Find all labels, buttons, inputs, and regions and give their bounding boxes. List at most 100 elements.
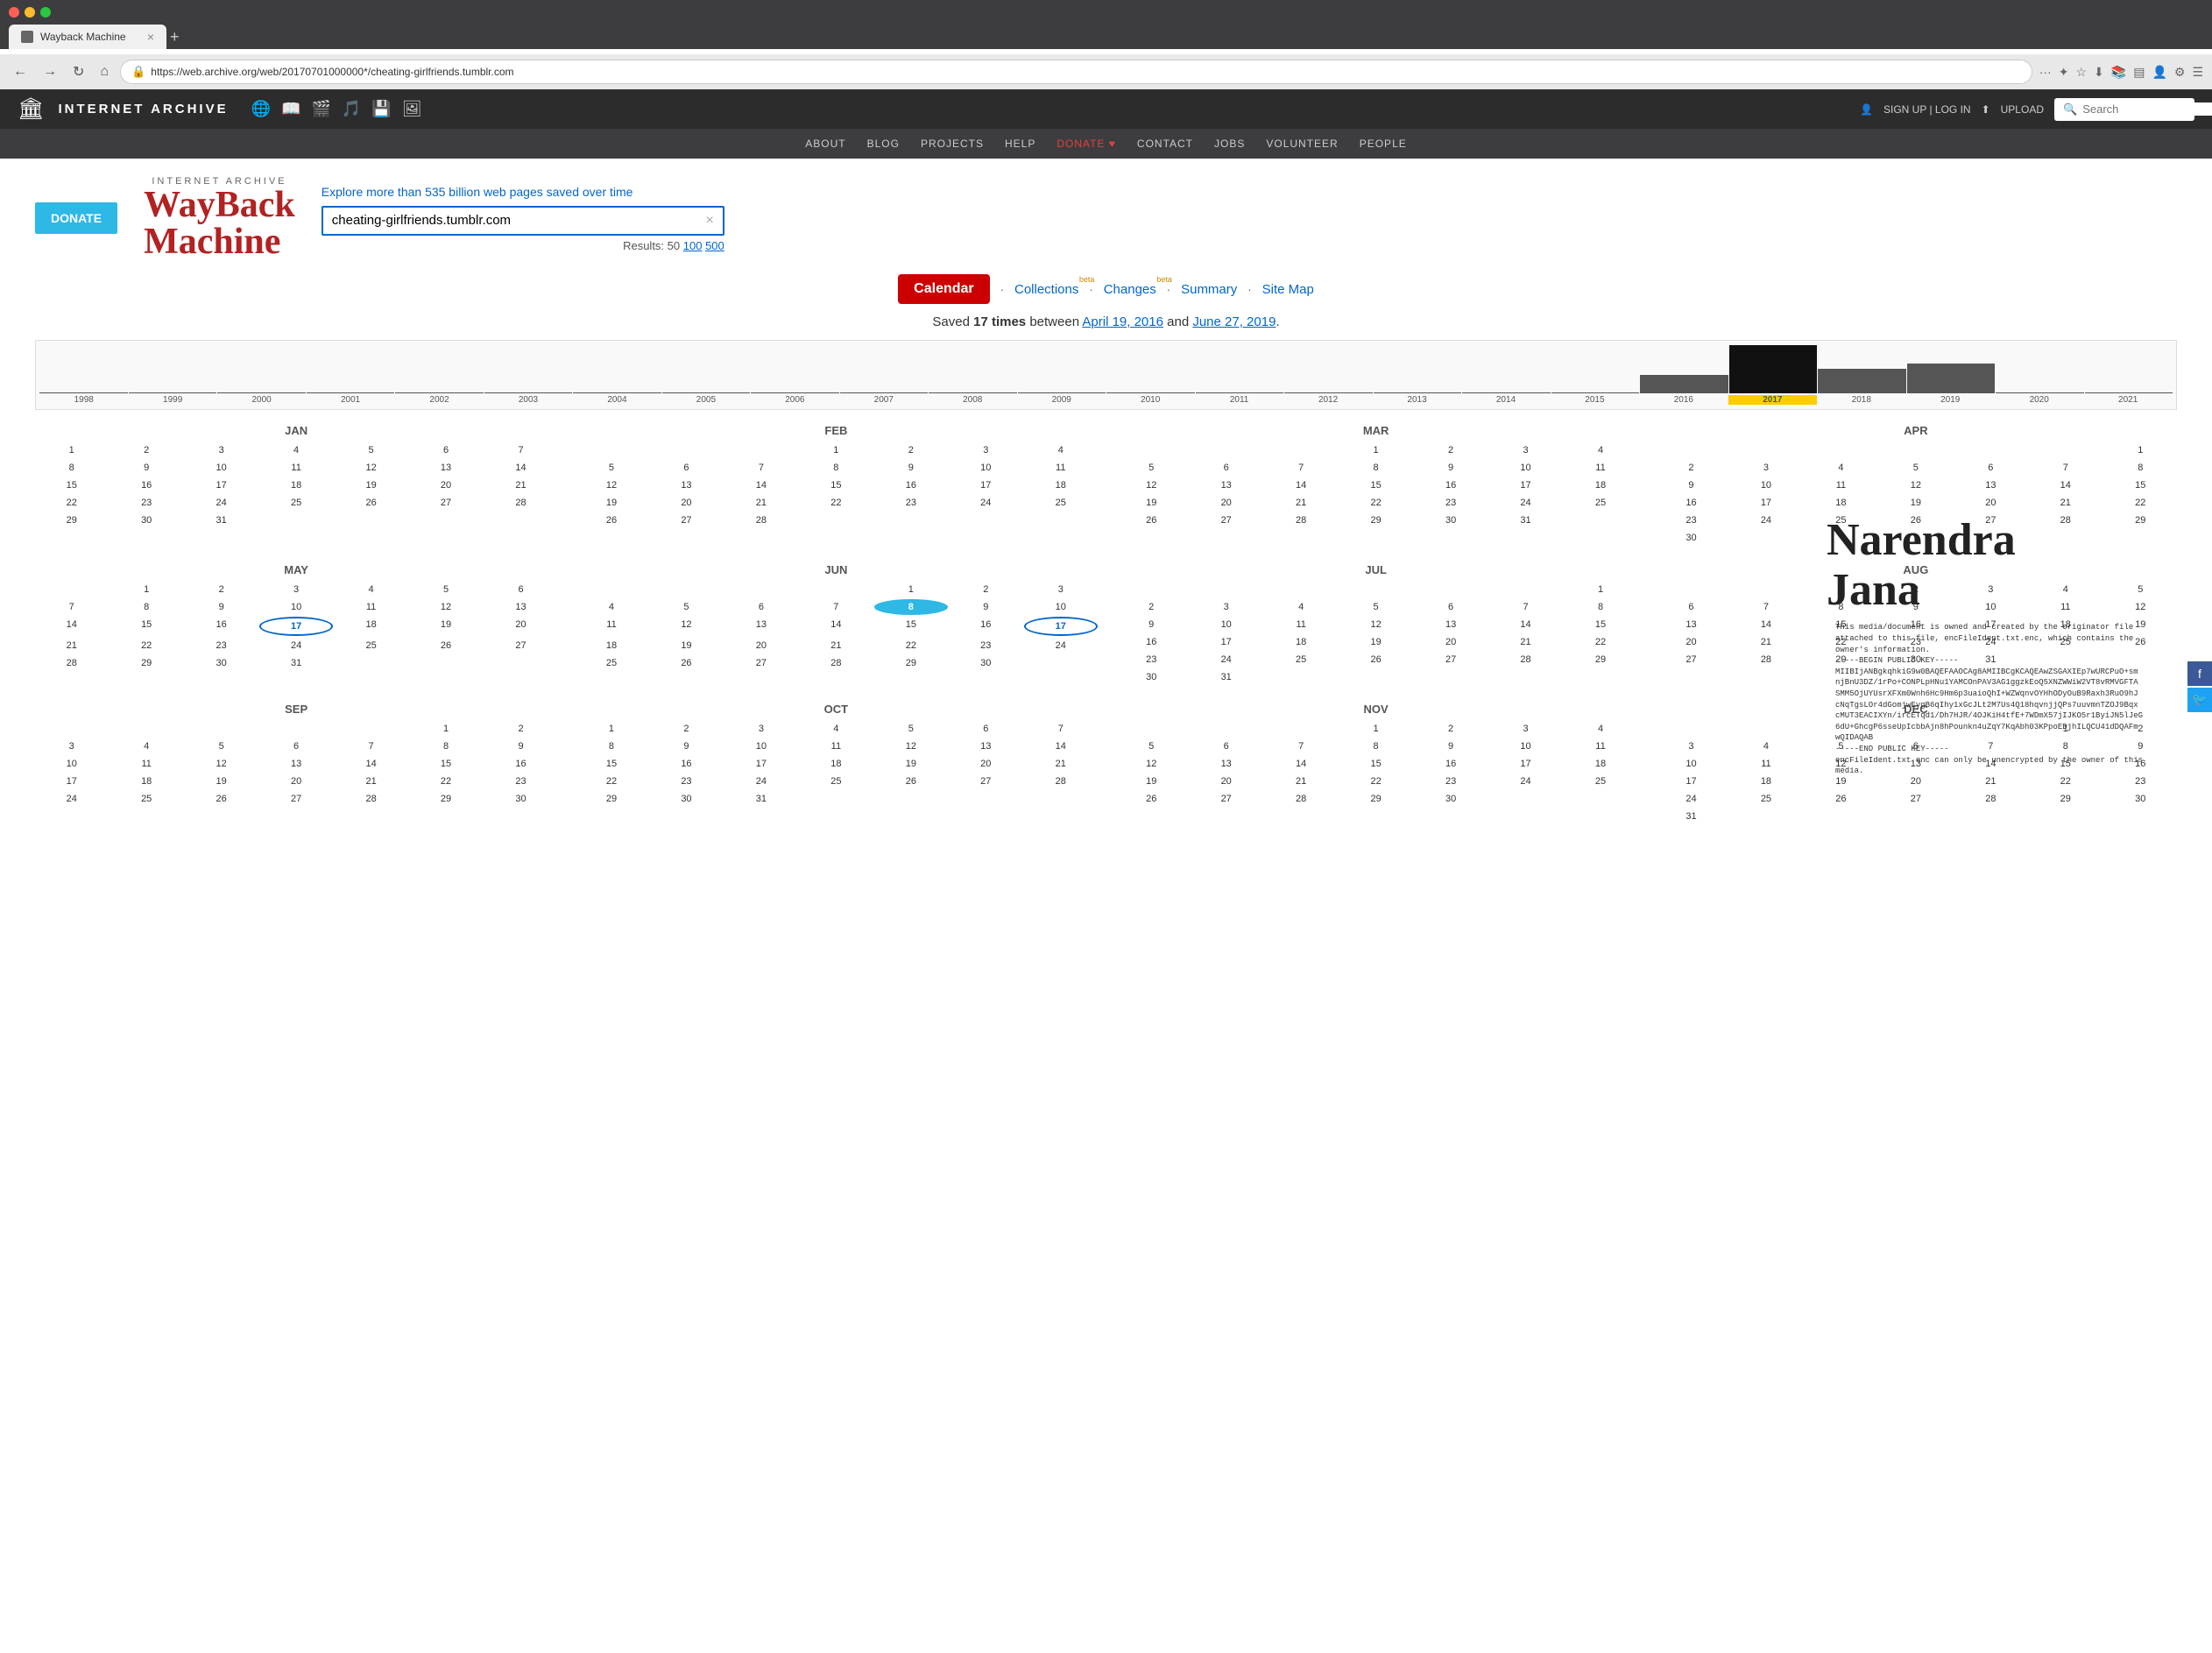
cal-day-mar-22[interactable]: 22: [1339, 495, 1412, 511]
cal-day-may-1[interactable]: 1: [110, 582, 182, 597]
cal-day-feb-20[interactable]: 20: [650, 495, 723, 511]
timeline-bar-2011[interactable]: [1196, 392, 1284, 393]
cal-day-feb-8[interactable]: 8: [800, 460, 873, 476]
cal-day-apr-27[interactable]: 27: [1954, 512, 2027, 528]
cal-day-feb-6[interactable]: 6: [650, 460, 723, 476]
cal-day-may-16[interactable]: 16: [185, 617, 258, 636]
cal-day-apr-30[interactable]: 30: [1655, 530, 1728, 546]
cal-day-dec-26[interactable]: 26: [1805, 791, 1877, 807]
timeline-label-2016[interactable]: 2016: [1639, 395, 1728, 405]
cal-day-mar-23[interactable]: 23: [1414, 495, 1487, 511]
nav-jobs[interactable]: JOBS: [1214, 138, 1245, 150]
ia-search-box[interactable]: 🔍: [2054, 98, 2194, 121]
cal-day-sep-16[interactable]: 16: [484, 756, 557, 772]
cal-day-aug-18[interactable]: 18: [2029, 617, 2102, 632]
upload-link[interactable]: UPLOAD: [2001, 103, 2044, 116]
cal-day-nov-6[interactable]: 6: [1190, 738, 1262, 754]
cal-day-aug-8[interactable]: 8: [1805, 599, 1877, 615]
cal-day-oct-28[interactable]: 28: [1024, 774, 1097, 789]
cal-day-jul-27[interactable]: 27: [1414, 652, 1487, 668]
cal-day-oct-19[interactable]: 19: [874, 756, 947, 772]
cal-day-may-23[interactable]: 23: [185, 638, 258, 653]
traffic-light-yellow[interactable]: [25, 7, 35, 18]
cal-day-jun-1[interactable]: 1: [874, 582, 947, 597]
timeline-label-2001[interactable]: 2001: [306, 395, 394, 405]
cal-day-feb-5[interactable]: 5: [575, 460, 647, 476]
cal-day-nov-11[interactable]: 11: [1564, 738, 1636, 754]
cal-day-jul-10[interactable]: 10: [1190, 617, 1262, 632]
cal-day-jun-17[interactable]: 17: [1024, 617, 1097, 636]
cal-day-nov-5[interactable]: 5: [1115, 738, 1188, 754]
cal-day-oct-27[interactable]: 27: [950, 774, 1022, 789]
cal-day-jan-3[interactable]: 3: [185, 442, 258, 458]
cal-day-sep-14[interactable]: 14: [335, 756, 407, 772]
cal-day-jun-10[interactable]: 10: [1024, 599, 1097, 615]
cal-day-oct-13[interactable]: 13: [950, 738, 1022, 754]
cal-day-dec-5[interactable]: 5: [1805, 738, 1877, 754]
cal-day-jul-20[interactable]: 20: [1414, 634, 1487, 650]
cal-day-feb-12[interactable]: 12: [575, 477, 647, 493]
cal-day-jan-7[interactable]: 7: [484, 442, 557, 458]
cal-day-dec-1[interactable]: 1: [2029, 721, 2102, 737]
timeline-bar-2005[interactable]: [662, 392, 751, 393]
cal-day-may-11[interactable]: 11: [335, 599, 407, 615]
cal-day-oct-26[interactable]: 26: [874, 774, 947, 789]
cal-day-apr-9[interactable]: 9: [1655, 477, 1728, 493]
cal-day-dec-28[interactable]: 28: [1954, 791, 2027, 807]
tab-sitemap[interactable]: Site Map: [1262, 282, 1314, 297]
cal-day-may-12[interactable]: 12: [409, 599, 482, 615]
timeline-label-2019[interactable]: 2019: [1906, 395, 1995, 405]
cal-day-jun-13[interactable]: 13: [724, 617, 797, 636]
cal-day-sep-11[interactable]: 11: [110, 756, 182, 772]
cal-day-apr-3[interactable]: 3: [1729, 460, 1802, 476]
cal-day-apr-23[interactable]: 23: [1655, 512, 1728, 528]
cal-day-may-3[interactable]: 3: [259, 582, 332, 597]
cal-day-nov-1[interactable]: 1: [1339, 721, 1412, 737]
timeline-label-2012[interactable]: 2012: [1283, 395, 1372, 405]
timeline-label-2007[interactable]: 2007: [839, 395, 928, 405]
cal-day-may-30[interactable]: 30: [185, 655, 258, 671]
cal-day-nov-13[interactable]: 13: [1190, 756, 1262, 772]
cal-day-jun-18[interactable]: 18: [575, 638, 647, 653]
cal-day-apr-7[interactable]: 7: [2029, 460, 2102, 476]
end-date-link[interactable]: June 27, 2019: [1192, 314, 1276, 329]
cal-day-feb-14[interactable]: 14: [724, 477, 797, 493]
timeline-label-2003[interactable]: 2003: [484, 395, 572, 405]
cal-day-jul-31[interactable]: 31: [1190, 669, 1262, 685]
cal-day-aug-6[interactable]: 6: [1655, 599, 1728, 615]
bookmark-icon[interactable]: ☆: [2075, 65, 2087, 80]
timeline-bar-2016[interactable]: [1640, 375, 1728, 393]
cal-day-jul-30[interactable]: 30: [1115, 669, 1188, 685]
cal-day-feb-28[interactable]: 28: [724, 512, 797, 528]
library-icon[interactable]: 📚: [2111, 65, 2126, 80]
cal-day-mar-31[interactable]: 31: [1489, 512, 1562, 528]
timeline-label-2008[interactable]: 2008: [929, 395, 1017, 405]
cal-day-feb-26[interactable]: 26: [575, 512, 647, 528]
cal-day-feb-7[interactable]: 7: [724, 460, 797, 476]
cal-day-feb-16[interactable]: 16: [874, 477, 947, 493]
cal-day-jun-12[interactable]: 12: [650, 617, 723, 636]
cal-day-dec-14[interactable]: 14: [1954, 756, 2027, 772]
cal-day-aug-31[interactable]: 31: [1954, 652, 2027, 668]
cal-day-may-14[interactable]: 14: [35, 617, 108, 636]
timeline-bar-2018[interactable]: [1818, 369, 1906, 393]
cal-day-mar-12[interactable]: 12: [1115, 477, 1188, 493]
donate-button[interactable]: DONATE: [35, 202, 117, 234]
cal-day-feb-13[interactable]: 13: [650, 477, 723, 493]
cal-day-jan-14[interactable]: 14: [484, 460, 557, 476]
cal-day-feb-21[interactable]: 21: [724, 495, 797, 511]
cal-day-nov-16[interactable]: 16: [1414, 756, 1487, 772]
cal-day-dec-6[interactable]: 6: [1879, 738, 1952, 754]
cal-day-mar-21[interactable]: 21: [1264, 495, 1337, 511]
cal-day-jul-18[interactable]: 18: [1264, 634, 1337, 650]
cal-day-apr-20[interactable]: 20: [1954, 495, 2027, 511]
cal-day-may-25[interactable]: 25: [335, 638, 407, 653]
cal-day-apr-14[interactable]: 14: [2029, 477, 2102, 493]
pocket-icon[interactable]: ✦: [2059, 65, 2069, 80]
wbm-url-input[interactable]: [332, 213, 706, 228]
cal-day-dec-10[interactable]: 10: [1655, 756, 1728, 772]
timeline-label-2020[interactable]: 2020: [1995, 395, 2083, 405]
cal-day-apr-19[interactable]: 19: [1879, 495, 1952, 511]
cal-day-jun-16[interactable]: 16: [950, 617, 1022, 636]
cal-day-dec-29[interactable]: 29: [2029, 791, 2102, 807]
